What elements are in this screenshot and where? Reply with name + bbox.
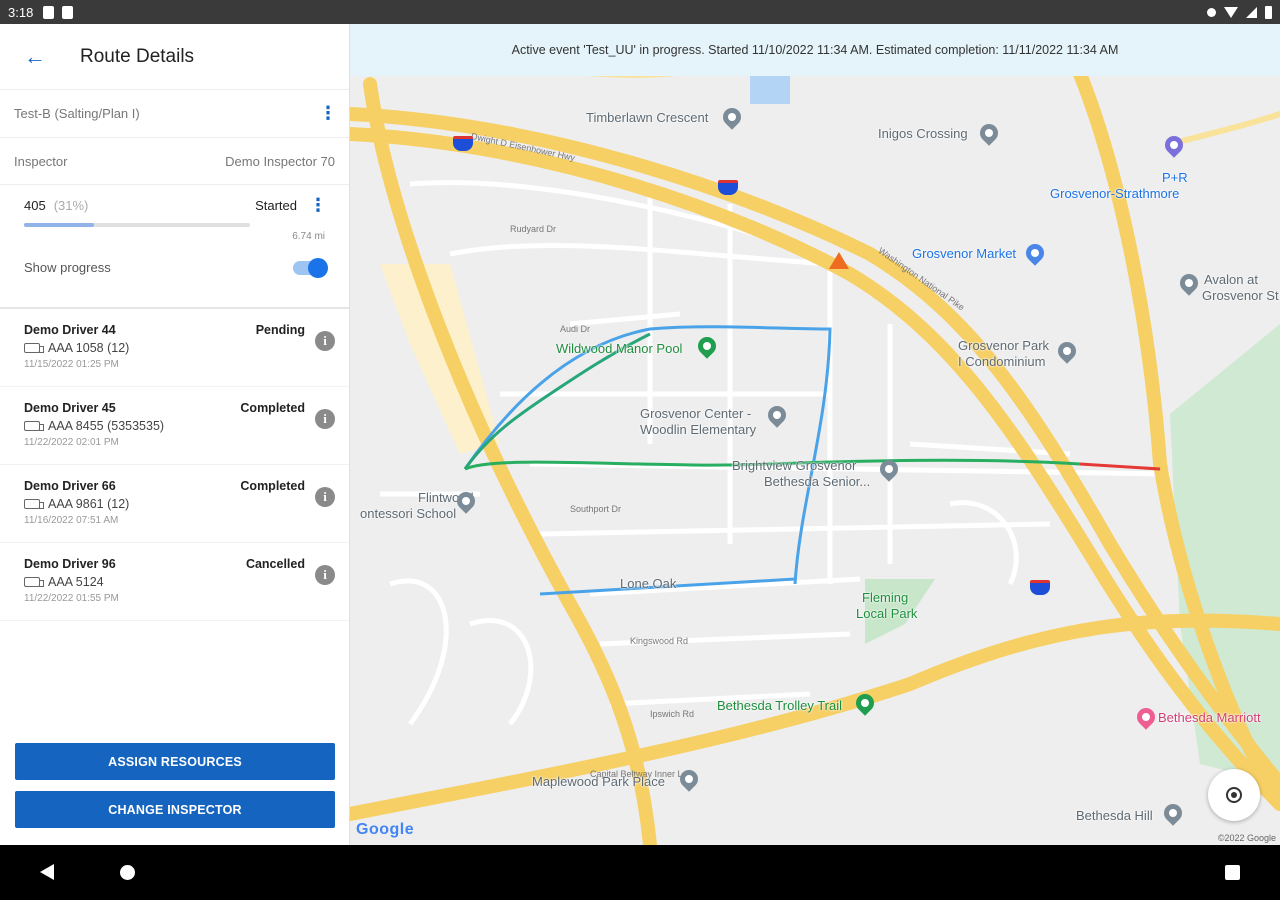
place-label: Woodlin Elementary	[640, 422, 757, 437]
place-label: Bethesda Hill	[1076, 808, 1153, 823]
show-progress-toggle[interactable]	[293, 257, 328, 278]
driver-time: 11/22/2022 01:55 PM	[24, 593, 119, 604]
inspector-value: Demo Inspector 70	[225, 153, 335, 169]
battery-icon	[1265, 5, 1272, 19]
inspector-label: Inspector	[14, 153, 68, 169]
route-menu-icon[interactable]: ⋮	[309, 195, 327, 216]
driver-name: Demo Driver 45	[24, 401, 116, 415]
driver-item[interactable]: Demo Driver 45 Completed AAA 8455 (535353…	[0, 387, 349, 465]
interstate-shield-icon	[718, 180, 738, 195]
route-details-panel: ← Route Details Test-B (Salting/Plan I) …	[0, 24, 350, 845]
driver-time: 11/15/2022 01:25 PM	[24, 359, 119, 370]
driver-vehicle: AAA 8455 (5353535)	[48, 419, 165, 433]
info-icon[interactable]: i	[315, 409, 335, 429]
show-progress-label: Show progress	[24, 260, 111, 275]
place-label: ontessori School	[360, 506, 457, 521]
notification-icon	[43, 5, 55, 19]
route-status: Started	[255, 197, 297, 213]
place-label: Grosvenor-Strathmore	[1050, 186, 1180, 201]
place-label: Grosvenor Market	[912, 246, 1017, 261]
app-header: ← Route Details	[0, 24, 349, 90]
info-icon[interactable]: i	[315, 487, 335, 507]
driver-status: Pending	[255, 323, 305, 337]
driver-status: Completed	[240, 401, 305, 415]
map-view[interactable]: Active event 'Test_UU' in progress. Star…	[350, 24, 1280, 845]
route-distance: 6.74 mi	[292, 231, 325, 242]
place-label: I Condominium	[958, 354, 1046, 369]
page-title: Route Details	[80, 45, 195, 67]
place-label: Maplewood Park Place	[532, 774, 665, 789]
location-icon	[1207, 7, 1216, 17]
assign-resources-button[interactable]: ASSIGN RESOURCES	[15, 743, 335, 780]
place-label: Grosvenor Center -	[640, 406, 752, 421]
route-progress-bar	[24, 223, 250, 227]
wifi-icon	[1224, 6, 1238, 18]
interstate-shield-icon	[453, 136, 473, 151]
plan-row: Test-B (Salting/Plan I) ⋮	[0, 90, 349, 138]
place-label: Bethesda Marriott	[1158, 710, 1261, 725]
driver-name: Demo Driver 96	[24, 557, 116, 571]
route-number: 405	[24, 197, 46, 213]
info-icon[interactable]: i	[315, 331, 335, 351]
route-percent: (31%)	[53, 197, 89, 213]
driver-status: Cancelled	[245, 557, 305, 571]
crosshair-icon	[1226, 787, 1242, 803]
place-label: Lone Oak	[620, 576, 677, 591]
driver-vehicle: AAA 5124	[48, 575, 104, 589]
truck-icon	[24, 343, 44, 353]
plan-name: Test-B (Salting/Plan I)	[14, 106, 140, 121]
nav-home-icon[interactable]	[120, 865, 135, 880]
driver-item[interactable]: Demo Driver 96 Cancelled AAA 5124 11/22/2…	[0, 543, 349, 621]
system-nav-bar	[0, 845, 1280, 900]
place-label: Brightview Grosvenor	[732, 458, 857, 473]
driver-list: Demo Driver 44 Pending AAA 1058 (12) 11/1…	[0, 309, 349, 621]
place-label: Grosvenor Park	[958, 338, 1050, 353]
driver-item[interactable]: Demo Driver 66 Completed AAA 9861 (12) 11…	[0, 465, 349, 543]
inspector-row: Inspector Demo Inspector 70	[0, 138, 349, 185]
place-label: Grosvenor St	[1202, 288, 1279, 303]
truck-icon	[24, 577, 44, 587]
status-bar: 3:18	[0, 0, 1280, 24]
interstate-shield-icon	[1030, 580, 1050, 595]
place-label: P+R	[1162, 170, 1188, 185]
driver-vehicle: AAA 1058 (12)	[48, 341, 130, 355]
google-logo: Google	[356, 821, 415, 838]
info-icon[interactable]: i	[315, 565, 335, 585]
warning-icon[interactable]	[829, 252, 849, 269]
back-arrow-icon[interactable]: ←	[24, 44, 64, 70]
driver-item[interactable]: Demo Driver 44 Pending AAA 1058 (12) 11/1…	[0, 309, 349, 387]
place-label: Fleming	[862, 590, 909, 605]
driver-vehicle: AAA 9861 (12)	[48, 497, 130, 511]
place-label: Timberlawn Crescent	[586, 110, 709, 125]
driver-time: 11/16/2022 07:51 AM	[24, 515, 119, 526]
place-label: Bethesda Senior...	[764, 474, 871, 489]
route-progress-fill	[24, 223, 95, 227]
truck-icon	[24, 421, 44, 431]
place-label: Local Park	[856, 606, 918, 621]
plan-menu-icon[interactable]: ⋮	[319, 103, 337, 124]
status-time: 3:18	[8, 4, 34, 20]
event-banner: Active event 'Test_UU' in progress. Star…	[350, 24, 1280, 76]
driver-time: 11/22/2022 02:01 PM	[24, 437, 119, 448]
truck-icon	[24, 499, 44, 509]
driver-name: Demo Driver 44	[24, 323, 116, 337]
nav-back-icon[interactable]	[40, 864, 54, 880]
change-inspector-button[interactable]: CHANGE INSPECTOR	[15, 791, 335, 828]
place-label: Avalon at	[1204, 272, 1258, 287]
driver-name: Demo Driver 66	[24, 479, 116, 493]
place-label: Bethesda Trolley Trail	[717, 698, 843, 713]
nav-recents-icon[interactable]	[1225, 865, 1240, 880]
my-location-button[interactable]	[1208, 769, 1260, 821]
route-progress-block: 405 (31%) Started ⋮ 6.74 mi Show progres…	[0, 185, 349, 309]
shield-status-icon	[62, 5, 74, 19]
place-label: Inigos Crossing	[878, 126, 968, 141]
driver-status: Completed	[240, 479, 305, 493]
map-copyright: ©2022 Google	[1217, 833, 1276, 843]
signal-icon	[1246, 6, 1257, 18]
place-label: Wildwood Manor Pool	[556, 341, 683, 356]
